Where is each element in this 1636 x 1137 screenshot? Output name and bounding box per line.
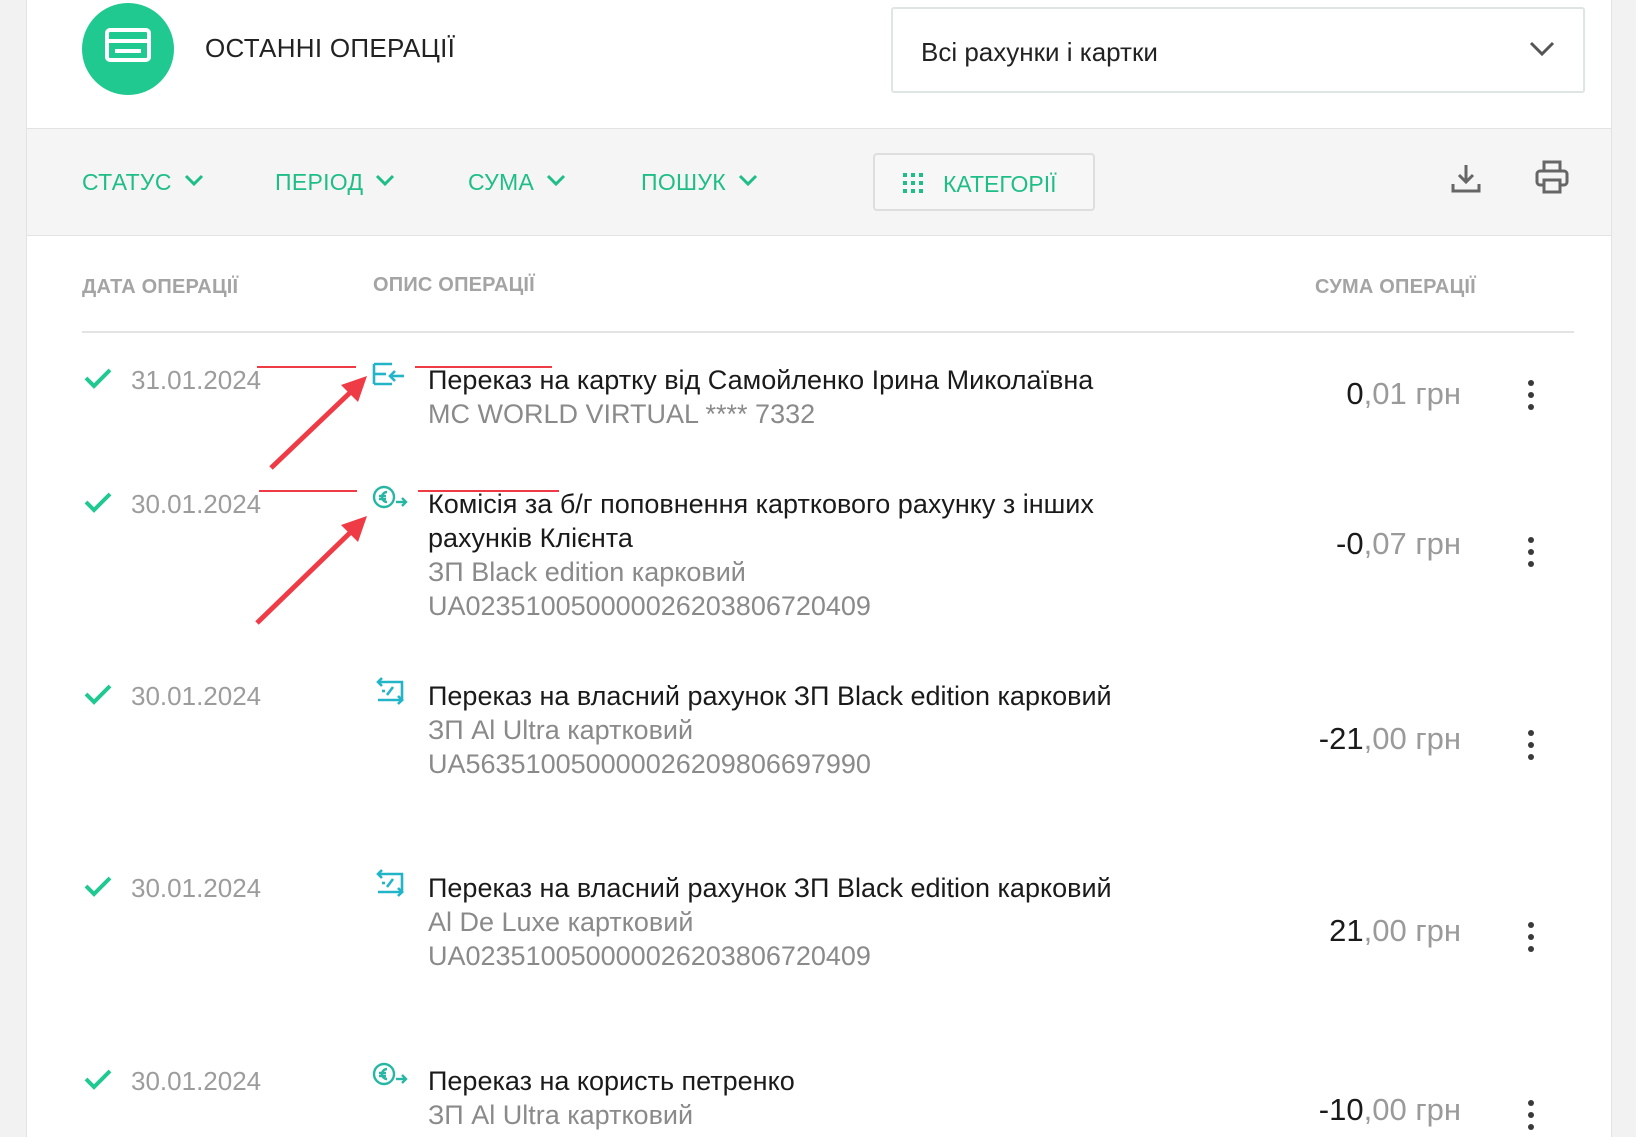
operation-amount: -21,00 грн xyxy=(1319,721,1461,757)
operation-iban: UA023510050000026203806720409 xyxy=(428,941,871,971)
incoming-transfer-icon xyxy=(372,362,404,386)
row-menu-icon[interactable] xyxy=(1519,730,1543,764)
commission-payment-icon xyxy=(372,1062,408,1086)
operation-title: Комісія за б/г поповнення карткового рах… xyxy=(428,489,1094,553)
amount-decimal: ,00 xyxy=(1363,721,1407,756)
download-icon[interactable] xyxy=(1450,162,1482,194)
row-menu-icon[interactable] xyxy=(1519,380,1543,414)
filter-bar: СТАТУС ПЕРІОД СУМА ПОШУК КАТЕГОРІЇ xyxy=(27,129,1611,236)
operation-account: ЗП Black edition карковий xyxy=(428,557,746,587)
categories-label: КАТЕГОРІЇ xyxy=(943,171,1057,197)
check-icon xyxy=(84,492,112,513)
categories-button[interactable]: КАТЕГОРІЇ xyxy=(873,153,1095,211)
operation-account: Al De Luxe картковий xyxy=(428,907,694,937)
check-icon xyxy=(84,876,112,897)
amount-decimal: ,07 xyxy=(1363,526,1407,561)
grid-icon xyxy=(903,173,923,193)
filter-amount[interactable]: СУМА xyxy=(468,169,566,196)
operation-amount: -0,07 грн xyxy=(1336,526,1461,562)
check-icon xyxy=(84,684,112,705)
amount-decimal: ,00 xyxy=(1363,913,1407,948)
operation-title: Переказ на власний рахунок ЗП Black edit… xyxy=(428,873,1112,903)
operation-iban: UA023510050000026203806720409 xyxy=(428,591,871,621)
row-menu-icon[interactable] xyxy=(1519,1100,1543,1134)
print-icon[interactable] xyxy=(1535,160,1569,194)
operation-description: Комісія за б/г поповнення карткового рах… xyxy=(428,487,1148,623)
operation-title: Переказ на власний рахунок ЗП Black edit… xyxy=(428,681,1112,711)
amount-integer: -0 xyxy=(1336,526,1364,561)
operation-date: 30.01.2024 xyxy=(131,489,262,519)
filter-search-label: ПОШУК xyxy=(641,169,727,195)
account-select[interactable]: Всі рахунки і картки xyxy=(891,7,1585,93)
chevron-down-icon xyxy=(547,174,566,187)
row-menu-icon[interactable] xyxy=(1519,537,1543,571)
page-title: ОСТАННІ ОПЕРАЦІЇ xyxy=(205,33,456,63)
filter-search[interactable]: ПОШУК xyxy=(641,169,758,196)
amount-currency: грн xyxy=(1415,526,1461,561)
operation-date: 31.01.2024 xyxy=(131,365,262,395)
filter-period-label: ПЕРІОД xyxy=(275,169,364,195)
row-menu-icon[interactable] xyxy=(1519,922,1543,956)
annotation-arrow xyxy=(255,516,367,625)
operation-account: ЗП Al Ultra картковий xyxy=(428,715,694,745)
amount-currency: грн xyxy=(1415,1092,1461,1127)
operation-account: ЗП Al Ultra картковий xyxy=(428,1100,694,1130)
filter-amount-label: СУМА xyxy=(468,169,535,195)
column-header-amount: СУМА ОПЕРАЦІЇ xyxy=(1315,276,1476,298)
amount-integer: -21 xyxy=(1318,721,1364,756)
amount-currency: грн xyxy=(1415,376,1461,411)
column-header-date: ДАТА ОПЕРАЦІЇ xyxy=(82,276,239,298)
amount-currency: грн xyxy=(1415,913,1461,948)
operation-description: Переказ на власний рахунок ЗП Black edit… xyxy=(428,871,1148,973)
filter-status[interactable]: СТАТУС xyxy=(82,169,204,196)
amount-integer: -10 xyxy=(1318,1092,1364,1127)
amount-integer: 21 xyxy=(1329,913,1364,948)
amount-currency: грн xyxy=(1415,721,1461,756)
operations-card: ОСТАННІ ОПЕРАЦІЇ Всі рахунки і картки СТ… xyxy=(26,0,1612,1137)
chevron-down-icon xyxy=(738,174,758,187)
account-select-value: Всі рахунки і картки xyxy=(921,37,1158,67)
operation-description: Переказ на власний рахунок ЗП Black edit… xyxy=(428,679,1148,781)
chevron-down-icon xyxy=(184,174,203,187)
annotation-arrow xyxy=(269,376,367,470)
operation-amount: 21,00 грн xyxy=(1329,913,1461,949)
check-icon xyxy=(84,1069,112,1090)
operation-description: Переказ на користь петренко ЗП Al Ultra … xyxy=(428,1064,1148,1132)
check-icon xyxy=(84,368,112,389)
chevron-down-icon xyxy=(376,174,395,187)
own-account-transfer-icon xyxy=(376,677,404,705)
filter-status-label: СТАТУС xyxy=(82,169,172,195)
own-account-transfer-icon xyxy=(376,869,404,897)
filter-period[interactable]: ПЕРІОД xyxy=(275,169,395,196)
operation-title: Переказ на картку від Самойленко Ірина М… xyxy=(428,365,1094,395)
commission-payment-icon xyxy=(372,485,408,509)
statement-icon xyxy=(82,3,174,95)
chevron-down-icon xyxy=(1529,41,1555,57)
operation-date: 30.01.2024 xyxy=(131,681,262,711)
operation-date: 30.01.2024 xyxy=(131,1066,262,1096)
operation-amount: -10,00 грн xyxy=(1319,1092,1461,1128)
operation-amount: 0,01 грн xyxy=(1346,376,1461,412)
operation-iban: UA563510050000026209806697990 xyxy=(428,749,871,779)
operation-date: 30.01.2024 xyxy=(131,873,262,903)
amount-integer: 0 xyxy=(1346,376,1364,411)
table-divider xyxy=(82,331,1574,333)
card-header: ОСТАННІ ОПЕРАЦІЇ Всі рахунки і картки xyxy=(27,0,1611,129)
operation-account: MC WORLD VIRTUAL **** 7332 xyxy=(428,399,816,429)
operation-title: Переказ на користь петренко xyxy=(428,1066,795,1096)
amount-decimal: ,01 xyxy=(1363,376,1407,411)
column-header-description: ОПИС ОПЕРАЦІЇ xyxy=(373,274,535,296)
amount-decimal: ,00 xyxy=(1363,1092,1407,1127)
operation-description: Переказ на картку від Самойленко Ірина М… xyxy=(428,363,1148,431)
